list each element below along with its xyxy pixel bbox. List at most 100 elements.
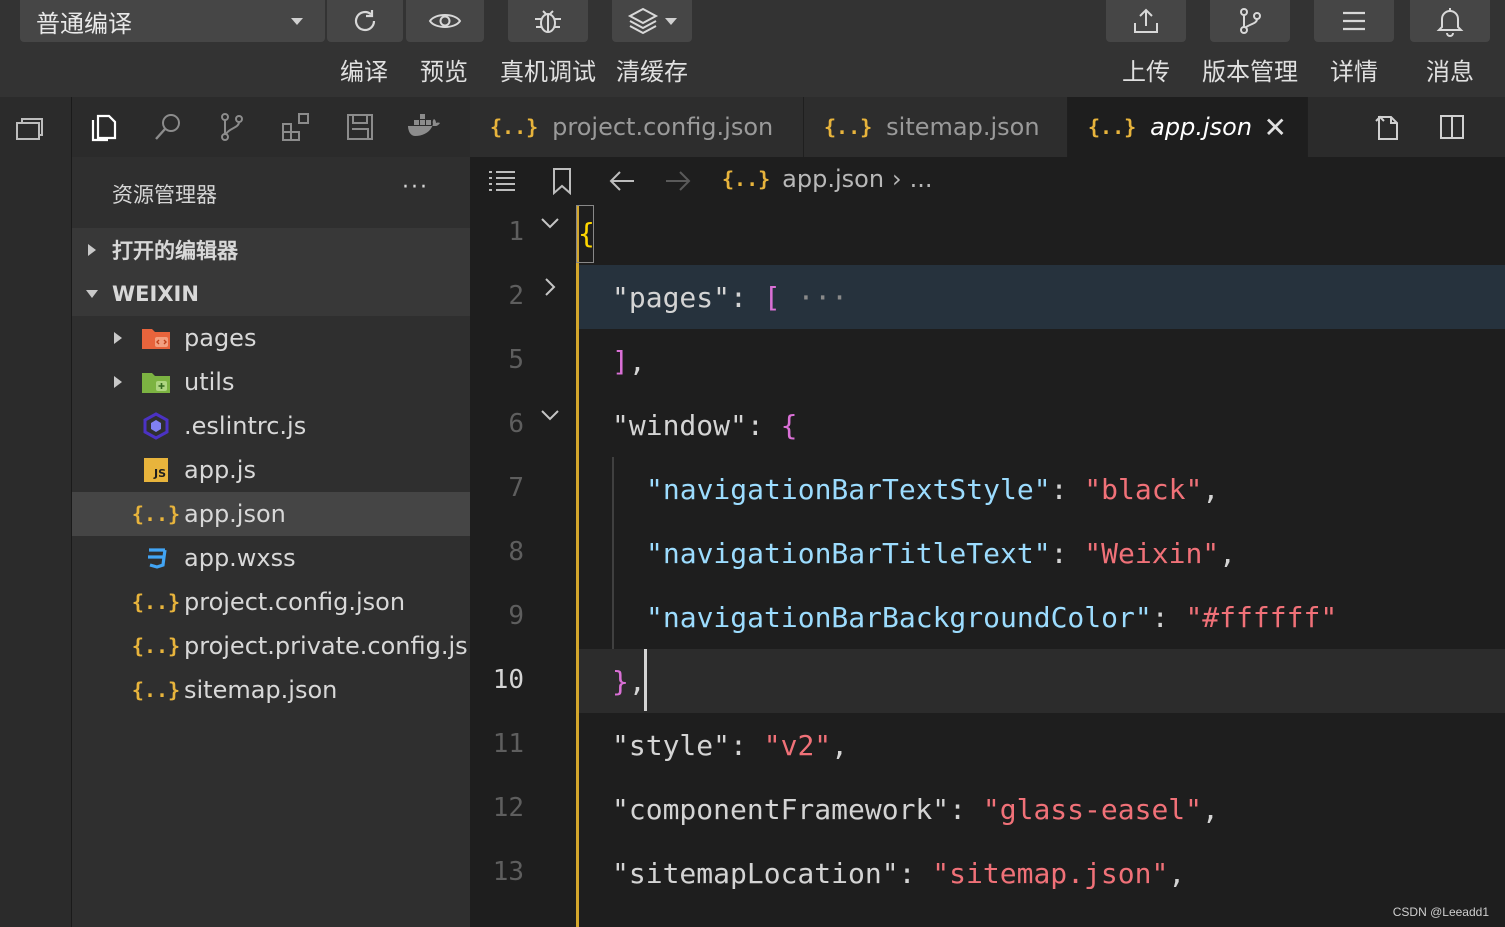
tree-item-label: app.js <box>184 456 256 484</box>
search-tab[interactable] <box>150 109 186 145</box>
breadcrumb-separator: › <box>892 165 902 193</box>
branch-icon <box>1240 8 1261 34</box>
menu-icon <box>1343 11 1365 31</box>
window-icon <box>16 118 43 140</box>
code-line: 5 ], <box>508 345 646 378</box>
fold-chevron-down-icon[interactable] <box>538 403 562 427</box>
tree-file-sitemap[interactable]: {..} sitemap.json <box>72 668 470 712</box>
tab-project-config[interactable]: {..} project.config.json <box>470 97 804 157</box>
upload-label: 上传 <box>1122 58 1170 86</box>
tab-label: app.json <box>1150 113 1253 141</box>
bookmark-icon <box>553 168 571 195</box>
open-changes-button[interactable] <box>1370 109 1406 145</box>
preview-button[interactable] <box>406 0 484 42</box>
chevron-right-icon <box>114 376 122 388</box>
code-line: 2 "pages": [ ··· <box>470 269 1505 333</box>
compile-mode-select[interactable]: 普通编译 <box>20 0 325 42</box>
json-icon: {..} <box>824 115 873 139</box>
css-icon <box>140 542 172 574</box>
clear-cache-label: 清缓存 <box>616 58 688 86</box>
details-button[interactable] <box>1314 0 1394 42</box>
code-editor[interactable]: 1 { 2 "pages": [ ··· 5 ], 6 "window": { … <box>470 205 1505 927</box>
layers-icon <box>627 7 659 35</box>
explorer-tab[interactable] <box>86 109 122 145</box>
navigate-back-button[interactable] <box>606 165 638 197</box>
docker-tab[interactable] <box>406 109 442 145</box>
compile-mode-value: 普通编译 <box>36 9 132 38</box>
code-line: 13 "sitemapLocation": "sitemap.json", <box>492 857 1186 890</box>
source-control-tab[interactable] <box>214 109 250 145</box>
clear-cache-button[interactable] <box>612 0 692 42</box>
extensions-icon <box>282 113 309 141</box>
text-cursor <box>644 649 647 711</box>
tree-item-label: app.wxss <box>184 544 296 572</box>
files-icon <box>91 114 117 142</box>
tree-file-eslintrc[interactable]: .eslintrc.js <box>72 404 470 448</box>
tree-file-app-js[interactable]: JS app.js <box>72 448 470 492</box>
tree-file-project-private-config[interactable]: {..} project.private.config.js... <box>72 624 491 668</box>
tree-folder-utils[interactable]: utils <box>72 360 470 404</box>
breadcrumb-bar: {..} app.json › ... <box>470 157 1505 205</box>
bug-icon <box>535 10 561 33</box>
utils-folder-icon <box>140 366 172 398</box>
list-icon <box>489 171 515 191</box>
upload-button[interactable] <box>1106 0 1186 42</box>
breadcrumb[interactable]: {..} app.json › ... <box>722 165 933 193</box>
close-icon[interactable]: ✕ <box>1264 111 1287 144</box>
docker-icon <box>408 114 440 136</box>
fold-chevron-down-icon[interactable] <box>538 211 562 235</box>
file-compare-icon <box>1375 115 1398 140</box>
toggle-simulator-button[interactable] <box>14 113 50 149</box>
search-icon <box>155 114 180 140</box>
split-icon <box>1440 115 1464 139</box>
json-icon: {..} <box>1088 115 1137 139</box>
json-icon: {..} <box>131 502 181 526</box>
pages-folder-icon <box>140 322 172 354</box>
breadcrumb-file: app.json <box>782 165 885 193</box>
breadcrumb-rest: ... <box>909 165 933 193</box>
project-section[interactable]: WEIXIN <box>72 272 470 316</box>
chevron-down-icon <box>665 17 677 25</box>
json-icon: {..} <box>131 634 181 658</box>
code-line: 7 "navigationBarTextStyle": "black", <box>508 473 1220 506</box>
version-manage-label: 版本管理 <box>1202 58 1298 86</box>
tree-item-label: app.json <box>184 500 286 528</box>
tree-item-label: sitemap.json <box>184 676 338 704</box>
storage-tab[interactable] <box>342 109 378 145</box>
open-editors-section[interactable]: 打开的编辑器 <box>72 228 470 272</box>
indent-guide <box>612 457 614 649</box>
tab-sitemap[interactable]: {..} sitemap.json <box>804 97 1068 157</box>
explorer-sidebar: 资源管理器 ··· 打开的编辑器 WEIXIN pages utils .esl… <box>72 97 491 927</box>
js-icon: JS <box>140 454 172 486</box>
git-branch-icon <box>221 113 243 141</box>
navigate-forward-button[interactable] <box>662 165 694 197</box>
device-debug-button[interactable] <box>508 0 588 42</box>
tree-folder-pages[interactable]: pages <box>72 316 470 360</box>
bookmark-button[interactable] <box>546 165 578 197</box>
more-actions-button[interactable]: ··· <box>402 175 429 200</box>
tree-item-label: project.private.config.js... <box>184 632 491 660</box>
activity-bar <box>0 97 72 927</box>
project-label: WEIXIN <box>112 282 199 306</box>
chevron-down-icon <box>86 290 98 298</box>
tree-file-app-json[interactable]: {..} app.json <box>72 492 470 536</box>
compile-button[interactable] <box>327 0 403 42</box>
messages-label: 消息 <box>1426 58 1474 86</box>
compile-label: 编译 <box>340 58 388 86</box>
tree-file-project-config[interactable]: {..} project.config.json <box>72 580 470 624</box>
fold-chevron-right-icon[interactable] <box>538 275 562 299</box>
split-editor-button[interactable] <box>1434 109 1470 145</box>
tab-label: project.config.json <box>552 113 774 141</box>
version-manage-button[interactable] <box>1210 0 1290 42</box>
eye-icon <box>428 14 462 28</box>
outline-button[interactable] <box>486 165 518 197</box>
bell-icon <box>1436 8 1464 37</box>
tab-label: sitemap.json <box>886 113 1040 141</box>
extensions-tab[interactable] <box>278 109 314 145</box>
tree-file-app-wxss[interactable]: app.wxss <box>72 536 470 580</box>
tab-app-json[interactable]: {..} app.json ✕ <box>1068 97 1308 157</box>
messages-button[interactable] <box>1410 0 1490 42</box>
arrow-left-icon <box>609 171 634 191</box>
refresh-icon <box>354 10 376 32</box>
json-icon: {..} <box>490 115 539 139</box>
